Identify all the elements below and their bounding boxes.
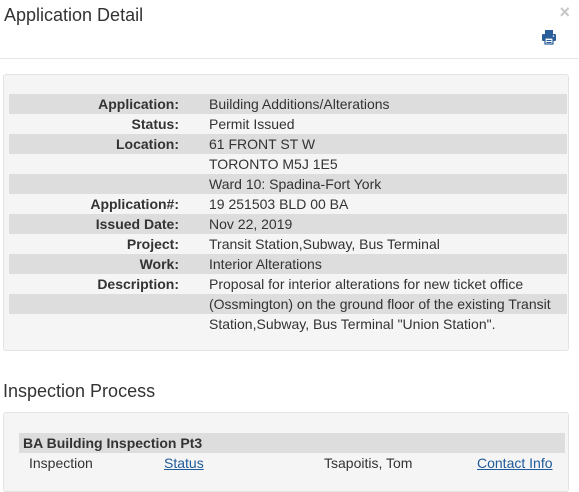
modal-title: Application Detail [4,5,144,25]
detail-value: Transit Station,Subway, Bus Terminal [209,236,440,252]
detail-label: Issued Date: [9,214,209,234]
status-link[interactable]: Status [164,453,204,473]
detail-label-spacer [9,174,209,194]
header-divider [0,58,579,59]
detail-value: 19 251503 BLD 00 BA [209,196,349,212]
detail-row: Station,Subway, Bus Terminal "Union Stat… [9,314,567,334]
detail-value: 61 FRONT ST W [209,134,567,154]
detail-value: Ward 10: Spadina-Fort York [209,174,567,194]
inspector-name: Tsapoitis, Tom [324,455,413,471]
detail-label-spacer [9,314,209,334]
detail-value: (Ossmington) on the ground floor of the … [209,294,567,314]
detail-row: Application#: 19 251503 BLD 00 BA [9,194,567,214]
detail-label: Work: [9,254,209,274]
detail-row: Location: 61 FRONT ST W [9,134,567,154]
detail-label: Status: [131,116,179,132]
detail-row: Status: Permit Issued [9,114,567,134]
printer-icon [542,30,556,45]
detail-value: Station,Subway, Bus Terminal "Union Stat… [209,316,496,332]
detail-label-spacer [9,294,209,314]
detail-row: Project: Transit Station,Subway, Bus Term… [9,234,567,254]
inspection-column-label: Inspection [29,455,93,471]
detail-label: Location: [9,134,209,154]
detail-row: Description: Proposal for interior altera… [9,274,567,294]
inspection-group-header: BA Building Inspection Pt3 [19,433,565,453]
detail-value: Building Additions/Alterations [209,94,567,114]
close-button[interactable]: × [559,2,570,22]
detail-value: Interior Alterations [209,254,567,274]
detail-label: Application: [9,94,209,114]
detail-row: Issued Date: Nov 22, 2019 [9,214,567,234]
detail-row: TORONTO M5J 1E5 [9,154,567,174]
detail-value: TORONTO M5J 1E5 [209,156,338,172]
detail-label: Application#: [90,196,179,212]
application-detail-table: Application: Building Additions/Alteratio… [9,94,567,334]
detail-row: Ward 10: Spadina-Fort York [9,174,567,194]
detail-value: Nov 22, 2019 [209,214,567,234]
detail-value: Permit Issued [209,116,295,132]
detail-row: Work: Interior Alterations [9,254,567,274]
inspection-process-title: Inspection Process [3,381,156,401]
inspection-row: Inspection Status Tsapoitis, Tom Contact… [19,453,565,473]
print-button[interactable] [541,29,557,45]
contact-info-link[interactable]: Contact Info [477,453,553,473]
detail-label: Project: [126,236,179,252]
application-detail-panel: Application: Building Additions/Alteratio… [3,74,569,351]
detail-label-spacer [9,154,209,174]
inspection-process-panel: BA Building Inspection Pt3 Inspection St… [3,412,569,492]
detail-label: Description: [97,276,179,292]
detail-value: Proposal for interior alterations for ne… [209,276,524,292]
detail-row: Application: Building Additions/Alteratio… [9,94,567,114]
detail-row: (Ossmington) on the ground floor of the … [9,294,567,314]
